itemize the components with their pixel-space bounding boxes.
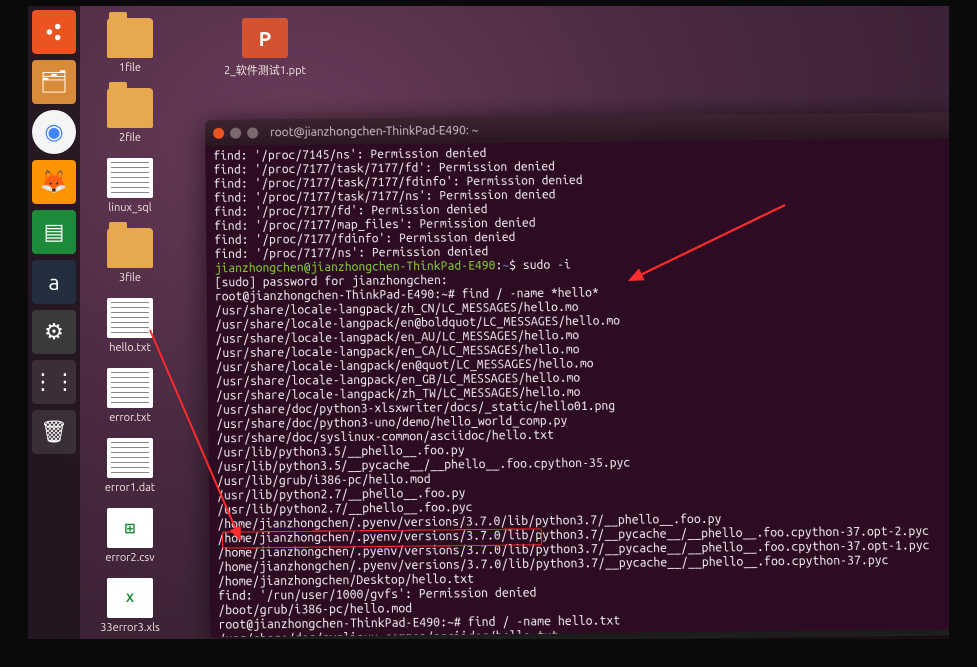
close-icon[interactable] bbox=[213, 127, 224, 138]
desktop-folder-3file[interactable]: 3file bbox=[90, 228, 170, 284]
desktop-file-error-txt[interactable]: error.txt bbox=[90, 368, 170, 424]
text-file-icon bbox=[107, 438, 153, 478]
icon-label: error.txt bbox=[109, 412, 151, 424]
trash-icon[interactable]: 🗑 bbox=[32, 410, 76, 454]
maximize-icon[interactable] bbox=[247, 127, 258, 138]
desktop-file-error1-dat[interactable]: error1.dat bbox=[90, 438, 170, 494]
firefox-icon[interactable]: 🦊 bbox=[32, 160, 76, 204]
minimize-icon[interactable] bbox=[230, 127, 241, 138]
desktop-folder-2file[interactable]: 2file bbox=[90, 88, 170, 144]
desktop-file-hello-txt[interactable]: hello.txt bbox=[90, 298, 170, 354]
icon-label: 33error3.xls bbox=[100, 622, 160, 634]
dash-icon[interactable] bbox=[32, 10, 76, 54]
icon-label: 2file bbox=[119, 132, 141, 144]
icon-label: 2_软件测试1.ppt bbox=[224, 62, 306, 78]
terminal-body[interactable]: find: '/proc/7145/ns': Permission denied… bbox=[205, 138, 967, 637]
folder-icon bbox=[107, 228, 153, 268]
folder-icon bbox=[107, 18, 153, 58]
unity-launcher: 🗂 ◉ 🦊 ▤ a ⚙ >_ ⋮⋮ 🗑 bbox=[28, 6, 80, 639]
text-file-icon bbox=[107, 158, 153, 198]
desktop-file-linux-sql[interactable]: linux_sql bbox=[90, 158, 170, 214]
folder-icon bbox=[107, 88, 153, 128]
settings-icon[interactable]: ⚙ bbox=[32, 310, 76, 354]
icon-label: hello.txt bbox=[109, 342, 151, 354]
amazon-icon[interactable]: a bbox=[32, 260, 76, 304]
csv-file-icon: ⊞ bbox=[107, 508, 153, 548]
icon-label: linux_sql bbox=[108, 202, 151, 214]
icon-label: error1.dat bbox=[105, 482, 155, 494]
chrome-icon[interactable]: ◉ bbox=[32, 110, 76, 154]
ppt-file-icon: P bbox=[242, 18, 288, 58]
text-file-icon bbox=[107, 368, 153, 408]
icon-label: error2.csv bbox=[105, 552, 154, 564]
window-title: root@jianzhongchen-ThinkPad-E490: ~ bbox=[270, 124, 478, 139]
xls-file-icon: X bbox=[107, 578, 153, 618]
libreoffice-icon[interactable]: ▤ bbox=[32, 210, 76, 254]
desktop-file-error2-csv[interactable]: ⊞ error2.csv bbox=[90, 508, 170, 564]
icon-label: 3file bbox=[119, 272, 141, 284]
app-grid-icon[interactable]: ⋮⋮ bbox=[32, 360, 76, 404]
icon-label: 1file bbox=[119, 62, 141, 74]
desktop-file-ppt[interactable]: P 2_软件测试1.ppt bbox=[210, 18, 320, 78]
desktop-icons-col2: P 2_软件测试1.ppt bbox=[210, 18, 320, 92]
desktop-folder-1file[interactable]: 1file bbox=[90, 18, 170, 74]
desktop-file-33error3-xls[interactable]: X 33error3.xls bbox=[90, 578, 170, 634]
desktop-icons-col1: 1file 2file linux_sql 3file hello.txt er… bbox=[90, 18, 170, 648]
text-file-icon bbox=[107, 298, 153, 338]
terminal-window[interactable]: root@jianzhongchen-ThinkPad-E490: ~ find… bbox=[205, 112, 967, 637]
files-icon[interactable]: 🗂 bbox=[32, 60, 76, 104]
